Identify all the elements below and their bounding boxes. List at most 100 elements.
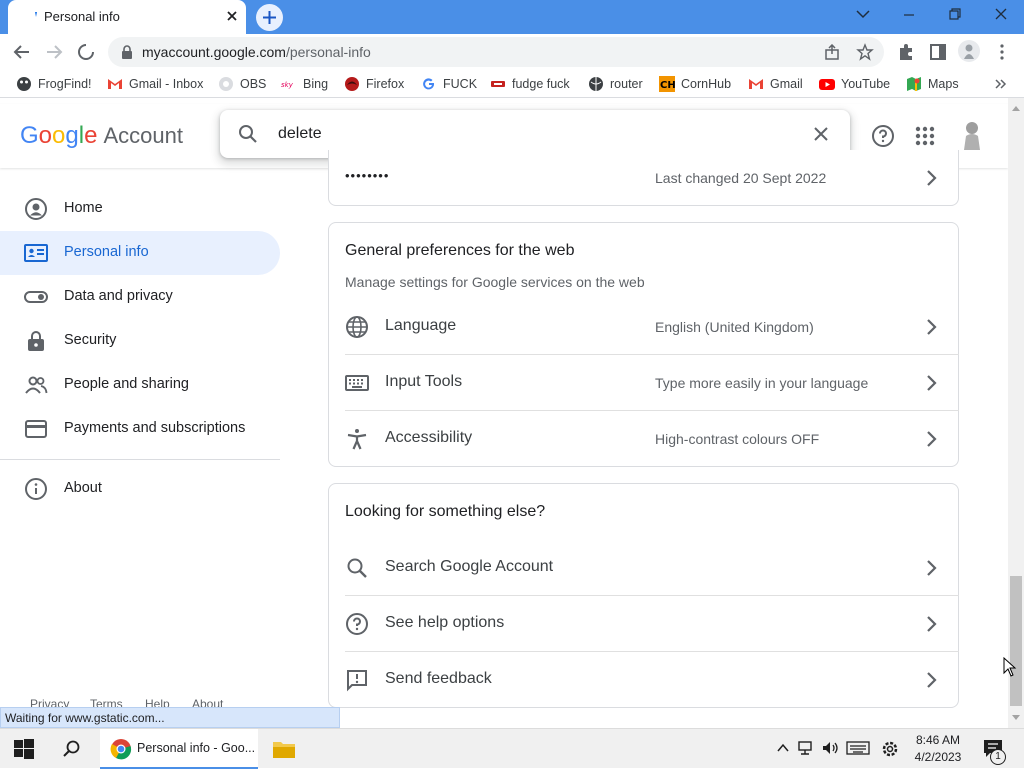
browser-tab[interactable]: Personal info [8,0,246,34]
card-title: General preferences for the web [345,242,575,259]
tab-strip: Personal info [0,0,1024,34]
row-label: Search Google Account [385,558,554,575]
people-icon [25,376,48,394]
settings-gear-icon[interactable] [880,739,900,759]
search-query-text[interactable]: delete [278,125,322,143]
svg-text:CH: CH [660,80,675,91]
row-label: Accessibility [385,429,473,446]
youtube-icon [819,79,835,90]
sidebar-divider [0,459,280,460]
sidebar-item-label: People and sharing [64,376,189,392]
user-avatar-icon[interactable] [958,120,986,152]
notification-count-badge: 1 [990,749,1006,765]
chrome-menu-icon[interactable] [992,42,1012,62]
side-panel-icon[interactable] [928,42,948,62]
profile-avatar-icon[interactable] [958,40,980,62]
firefox-icon [345,77,359,91]
chevron-right-icon [927,431,937,447]
loading-status-text: Waiting for www.gstatic.com... [0,707,340,728]
something-else-card: Looking for something else? Search Googl… [328,483,959,708]
bookmark-star-icon[interactable] [856,43,874,61]
send-feedback-row[interactable]: Send feedback [345,652,959,708]
bookmarks-bar: FrogFind! Gmail - Inbox OBS sky Bing Fir… [0,70,1024,98]
mouse-cursor-icon [1003,657,1017,677]
plus-icon [263,11,276,24]
forward-arrow-icon[interactable] [44,42,64,62]
chrome-logo-icon [110,739,132,760]
sidebar-item-people-and-sharing[interactable]: People and sharing [0,363,280,407]
scroll-up-arrow-icon[interactable] [1011,104,1021,112]
extensions-icon[interactable] [896,42,916,62]
scroll-down-arrow-icon[interactable] [1011,714,1021,722]
sidebar-item-label: About [64,480,102,496]
close-window-icon[interactable] [978,0,1024,32]
toggle-icon [24,291,48,303]
keyboard-icon [345,375,369,391]
account-wordmark: Account [103,123,183,148]
google-account-logo[interactable]: Google Account [20,122,183,150]
sidebar-item-personal-info[interactable]: Personal info [0,231,280,275]
new-tab-button[interactable] [256,4,283,31]
tab-search-chevron-icon[interactable] [840,0,886,32]
browser-toolbar: myaccount.google.com/personal-info [0,34,1024,70]
password-mask: •••••••• [345,168,390,183]
tab-title: Personal info [44,9,120,24]
accessibility-icon [347,429,367,450]
back-arrow-icon[interactable] [12,42,32,62]
sidebar-item-payments[interactable]: Payments and subscriptions [0,407,280,451]
card-subtitle: Manage settings for Google services on t… [345,274,645,290]
sidebar-item-about[interactable]: About [0,467,280,511]
taskbar-chrome-window[interactable]: Personal info - Goo... [100,729,258,769]
apps-grid-icon[interactable] [914,125,936,147]
sidebar-item-home[interactable]: Home [0,187,280,231]
maps-icon [907,77,921,91]
search-icon[interactable] [238,124,258,144]
share-icon[interactable] [824,44,840,60]
volume-icon[interactable] [822,740,840,756]
lock-icon[interactable] [120,45,134,59]
chevron-right-icon [927,375,937,391]
language-row[interactable]: Language English (United Kingdom) [345,299,959,355]
google-account-favicon-icon [35,12,37,17]
minimize-icon[interactable] [886,0,932,32]
more-bookmarks-chevron-icon[interactable] [994,78,1008,90]
network-icon[interactable] [798,740,816,756]
svg-text:sky: sky [281,81,294,89]
restore-icon[interactable] [932,0,978,32]
frog-icon [17,77,31,91]
help-icon[interactable] [871,124,895,148]
credit-card-icon [25,420,47,438]
url-text[interactable]: myaccount.google.com/personal-info [142,44,371,60]
scrollbar-thumb[interactable] [1010,576,1022,706]
link-icon [491,81,505,87]
system-clock[interactable]: 8:46 AM 4/2/2023 [906,732,970,766]
accessibility-row[interactable]: Accessibility High-contrast colours OFF [345,411,959,467]
input-tools-row[interactable]: Input Tools Type more easily in your lan… [345,355,959,411]
sidebar-item-security[interactable]: Security [0,319,280,363]
card-title: Looking for something else? [345,503,546,520]
sky-icon: sky [281,81,294,89]
row-value: English (United Kingdom) [655,319,814,335]
clear-search-icon[interactable] [812,125,830,143]
windows-start-icon[interactable] [14,739,34,759]
sidebar-item-data-and-privacy[interactable]: Data and privacy [0,275,280,319]
search-google-account-row[interactable]: Search Google Account [345,540,959,596]
page-scrollbar[interactable] [1008,98,1024,728]
row-value: Type more easily in your language [655,375,869,391]
feedback-icon [347,670,367,692]
info-icon [25,478,47,500]
address-bar[interactable]: myaccount.google.com/personal-info [108,37,884,67]
show-hidden-icons-chevron-icon[interactable] [776,742,790,754]
close-tab-icon[interactable] [224,8,240,24]
clock-time: 8:46 AM [915,733,961,747]
general-preferences-card: General preferences for the web Manage s… [328,222,959,467]
loading-spinner-icon[interactable] [76,42,96,62]
ch-icon: CH [659,76,675,92]
row-label: Language [385,317,457,334]
file-explorer-icon[interactable] [272,738,296,760]
password-row[interactable]: •••••••• Last changed 20 Sept 2022 [345,150,959,206]
see-help-options-row[interactable]: See help options [345,596,959,652]
keyboard-layout-icon[interactable] [846,741,870,755]
chevron-right-icon [927,319,937,335]
taskbar-search-icon[interactable] [62,739,82,759]
